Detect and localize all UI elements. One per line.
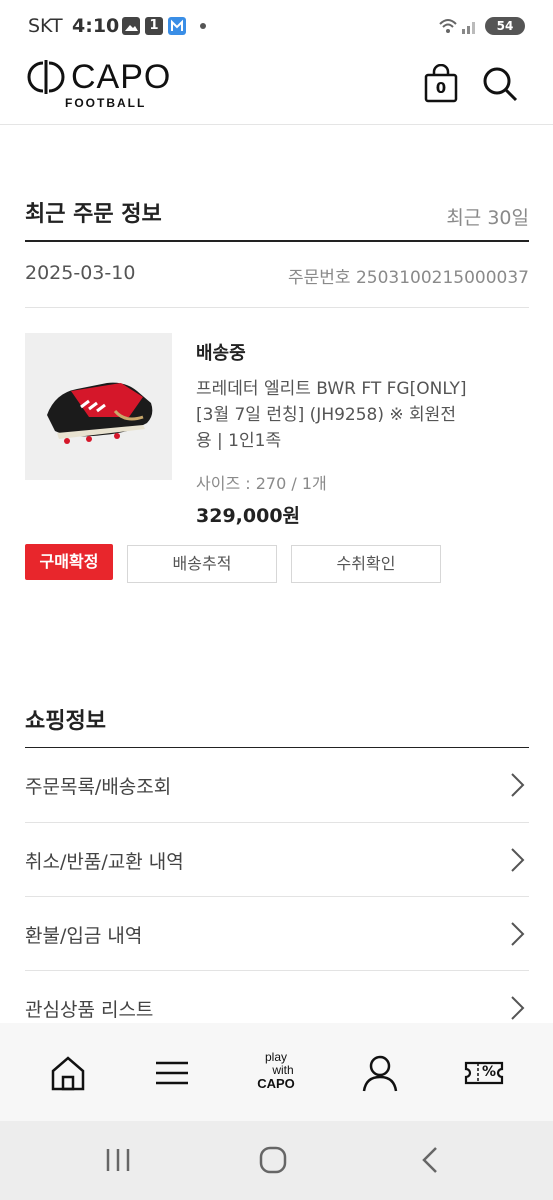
capo-logo[interactable]: CAPO FOOTBALL [25,58,185,112]
recent-order-title: 최근 주문 정보 [25,202,162,227]
m-app-icon [168,17,186,35]
menu-refund[interactable]: 환불/입금 내역 [25,897,529,971]
bottom-nav: play with CAPO % [0,1023,553,1121]
brand-name: CAPO [71,58,172,96]
menu-label: 취소/반품/교환 내역 [25,851,184,873]
chevron-right-icon [511,922,525,946]
menu-cancel-return[interactable]: 취소/반품/교환 내역 [25,823,529,897]
recent-order-range[interactable]: 최근 30일 [446,203,529,230]
product-option: 사이즈 : 270 / 1개 [196,474,327,493]
product-name-line-3: 용 | 1인1족 [196,431,282,451]
capo-logo-mark-icon [27,60,65,94]
confirm-purchase-button[interactable]: 구매확정 [25,544,113,580]
user-icon [362,1055,398,1092]
coupon-percent: % [482,1064,497,1080]
more-notifications-icon [200,23,206,29]
menu-label: 관심상품 리스트 [25,999,154,1021]
search-icon [483,67,518,102]
header-divider [0,124,553,125]
section-divider [25,240,529,242]
nav-menu[interactable] [152,1053,192,1093]
product-name-line-2: [3월 7일 런칭] (JH9258) ※ 회원전 [196,405,456,425]
menu-label: 환불/입금 내역 [25,925,143,947]
order-number: 2503100215000037 [355,268,529,288]
product-image[interactable] [25,333,172,480]
order-divider [25,307,529,308]
delivery-status: 배송중 [196,343,246,364]
menu-label: 주문목록/배송조회 [25,776,172,798]
wifi-icon [438,16,458,36]
recent-apps-icon [106,1149,130,1171]
product-name-line-1: 프레데터 엘리트 BWR FT FG[ONLY] [196,379,467,399]
notification-badge-icon: 1 [145,17,163,35]
back-button[interactable] [418,1145,442,1175]
recent-apps-button[interactable] [104,1147,132,1173]
chevron-right-icon [511,848,525,872]
home-icon [51,1056,85,1091]
clock: 4:10 [72,15,120,37]
home-circle-icon [259,1146,287,1174]
gallery-icon [122,17,140,35]
product-price: 329,000원 [196,505,301,527]
football-boot-image [47,382,153,444]
track-delivery-button[interactable]: 배송추적 [127,545,277,583]
nav-home[interactable] [48,1053,88,1093]
order-date: 2025-03-10 [25,262,136,284]
home-system-button[interactable] [258,1145,288,1175]
nav-coupon[interactable]: % [464,1053,504,1093]
carrier-label: SKT [28,15,63,37]
order-number-label: 주문번호 [287,268,351,288]
cart-count: 0 [435,79,447,97]
nav-my-page[interactable] [360,1053,400,1093]
product-name[interactable]: 프레데터 엘리트 BWR FT FG[ONLY] [3월 7일 런칭] (JH9… [196,376,516,454]
cart-button[interactable]: 0 [422,63,460,104]
menu-order-list[interactable]: 주문목록/배송조회 [25,748,529,822]
play-line-3: CAPO [257,1076,295,1091]
back-chevron-icon [422,1147,437,1173]
system-navigation-bar [0,1121,553,1200]
battery-icon: 54 [485,17,525,35]
confirm-receipt-button[interactable]: 수취확인 [291,545,441,583]
signal-icon [461,17,479,35]
order-number-wrap[interactable]: 주문번호 2503100215000037 [288,263,529,288]
chevron-right-icon [511,996,525,1020]
hamburger-menu-icon [156,1061,188,1085]
brand-subtitle: FOOTBALL [65,96,147,110]
search-button[interactable] [481,64,519,104]
chevron-right-icon [511,773,525,797]
nav-play-with-capo[interactable]: play with CAPO [250,1051,302,1097]
shopping-info-title: 쇼핑정보 [25,709,106,734]
status-bar: SKT 4:10 1 54 [0,0,553,50]
